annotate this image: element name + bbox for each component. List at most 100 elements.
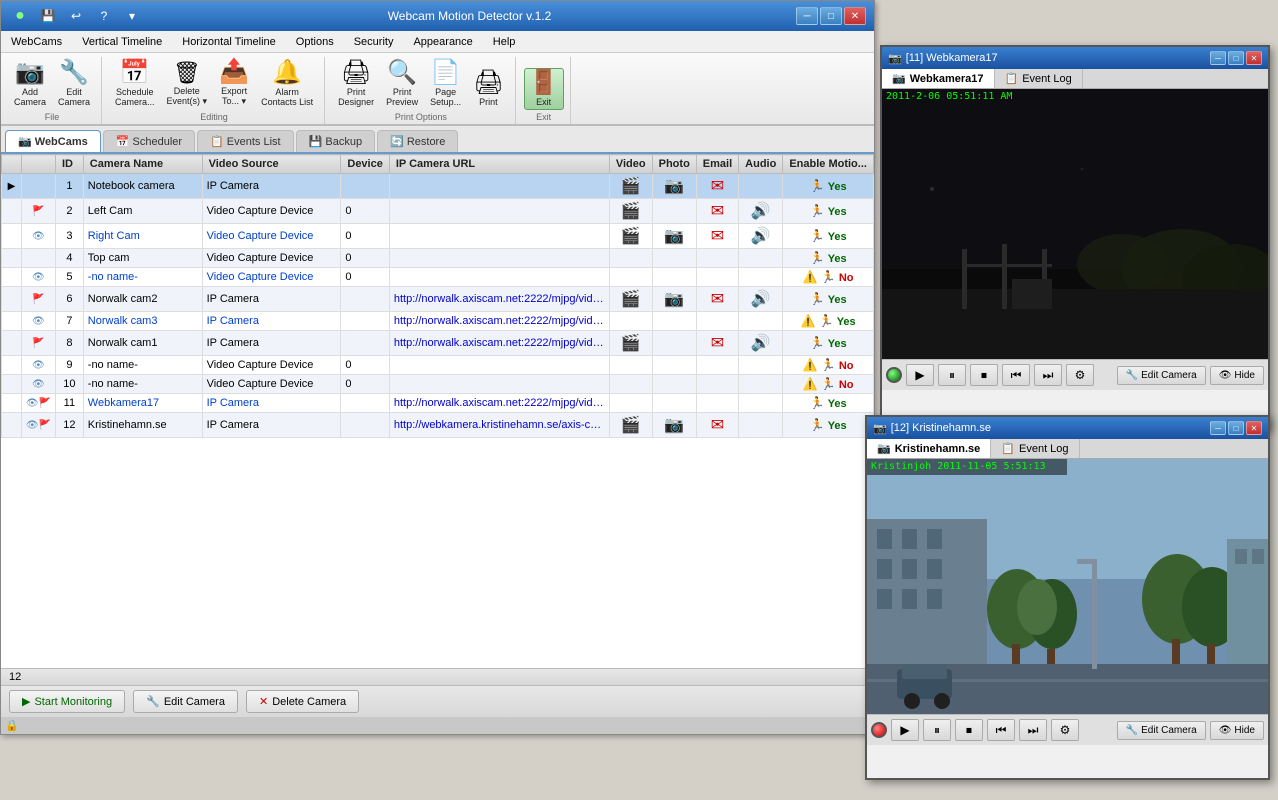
table-row[interactable]: 👁 10 -no name- Video Capture Device 0 ⚠️…: [2, 375, 874, 394]
edit-camera-bottom-btn[interactable]: 🔧 Edit Camera: [133, 690, 238, 713]
qat-dropdown-btn[interactable]: ▾: [121, 6, 143, 26]
viewer2-tab-cam[interactable]: 📷 Kristinehamn.se: [867, 439, 991, 458]
viewer1-close-btn[interactable]: ✕: [1246, 51, 1262, 65]
table-container[interactable]: ID Camera Name Video Source Device IP Ca…: [1, 154, 874, 524]
content-area: ID Camera Name Video Source Device IP Ca…: [1, 154, 874, 668]
page-setup-btn[interactable]: 📄 PageSetup...: [425, 58, 466, 110]
viewer2-minimize-btn[interactable]: ─: [1210, 421, 1226, 435]
maximize-btn[interactable]: □: [820, 7, 842, 25]
export-to-btn[interactable]: 📤 ExportTo... ▾: [214, 57, 254, 110]
table-row[interactable]: 🚩 8 Norwalk cam1 IP Camera http://norwal…: [2, 331, 874, 356]
close-btn[interactable]: ✕: [844, 7, 866, 25]
page-setup-icon: 📄: [431, 61, 461, 85]
viewer1-minimize-btn[interactable]: ─: [1210, 51, 1226, 65]
col-device[interactable]: Device: [341, 155, 389, 174]
tab-scheduler[interactable]: 📅 Scheduler: [103, 130, 195, 152]
table-row[interactable]: 4 Top cam Video Capture Device 0 🏃 Yes: [2, 249, 874, 268]
delete-camera-btn[interactable]: ✕ Delete Camera: [246, 690, 359, 713]
menu-horizontal-timeline[interactable]: Horizontal Timeline: [172, 31, 286, 52]
viewer1-next-btn[interactable]: ⏭: [1034, 364, 1062, 386]
row-name: -no name-: [83, 356, 202, 375]
viewer2-video-container: Kristinjoh 2011-11-05 5:51:13: [867, 459, 1268, 714]
viewer2-maximize-btn[interactable]: □: [1228, 421, 1244, 435]
viewer2-next-btn[interactable]: ⏭: [1019, 719, 1047, 741]
menu-appearance[interactable]: Appearance: [403, 31, 482, 52]
menu-security[interactable]: Security: [344, 31, 404, 52]
viewer2-close-btn[interactable]: ✕: [1246, 421, 1262, 435]
row-url: [389, 375, 609, 394]
undo-qat-btn[interactable]: ↩: [65, 6, 87, 26]
viewer2-hide-btn[interactable]: 👁 Hide: [1210, 721, 1264, 740]
help-qat-btn[interactable]: ?: [93, 6, 115, 26]
ribbon-group-file: 📷 AddCamera 🔧 EditCamera File: [3, 57, 102, 124]
viewer2-prev-btn[interactable]: ⏮: [987, 719, 1015, 741]
viewer2-edit-cam-btn[interactable]: 🔧 Edit Camera: [1117, 721, 1206, 740]
menu-options[interactable]: Options: [286, 31, 344, 52]
table-row[interactable]: 🚩 2 Left Cam Video Capture Device 0 🎬 ✉ …: [2, 199, 874, 224]
row-email: ✉: [696, 287, 738, 312]
col-selector[interactable]: [2, 155, 22, 174]
viewer2-settings-btn[interactable]: ⚙: [1051, 719, 1079, 741]
viewer1-play-btn[interactable]: ▶: [906, 364, 934, 386]
schedule-camera-btn[interactable]: 📅 ScheduleCamera...: [110, 58, 160, 110]
tab-restore[interactable]: 🔄 Restore: [377, 130, 458, 152]
print-preview-btn[interactable]: 🔍 PrintPreview: [381, 58, 423, 110]
viewer1-tab-log[interactable]: 📋 Event Log: [995, 69, 1083, 88]
col-video[interactable]: Video: [609, 155, 652, 174]
table-row[interactable]: 👁🚩 12 Kristinehamn.se IP Camera http://w…: [2, 413, 874, 438]
row-email: ✉: [696, 413, 738, 438]
scheduler-icon: 📅: [116, 136, 130, 148]
print-btn[interactable]: 🖨 Print: [468, 68, 508, 110]
table-row[interactable]: 👁 5 -no name- Video Capture Device 0 ⚠️ …: [2, 268, 874, 287]
col-camera-name[interactable]: Camera Name: [83, 155, 202, 174]
row-source: IP Camera: [202, 331, 341, 356]
col-video-source[interactable]: Video Source: [202, 155, 341, 174]
col-audio[interactable]: Audio: [739, 155, 783, 174]
tab-webcams[interactable]: 📷 WebCams: [5, 130, 101, 152]
save-qat-btn[interactable]: 💾: [37, 6, 59, 26]
row-photo: [652, 375, 696, 394]
add-camera-btn[interactable]: 📷 AddCamera: [9, 58, 51, 110]
table-row[interactable]: 👁 9 -no name- Video Capture Device 0 ⚠️ …: [2, 356, 874, 375]
viewer1-stop-btn[interactable]: ⏹: [970, 364, 998, 386]
col-email[interactable]: Email: [696, 155, 738, 174]
table-row[interactable]: 🚩 6 Norwalk cam2 IP Camera http://norwal…: [2, 287, 874, 312]
viewer2-play-btn[interactable]: ▶: [891, 719, 919, 741]
viewer1-prev-btn[interactable]: ⏮: [1002, 364, 1030, 386]
table-row[interactable]: 👁 3 Right Cam Video Capture Device 0 🎬 📷…: [2, 224, 874, 249]
ribbon-group-editing: 📅 ScheduleCamera... 🗑 DeleteEvent(s) ▾ 📤…: [104, 57, 325, 124]
minimize-btn[interactable]: ─: [796, 7, 818, 25]
col-photo[interactable]: Photo: [652, 155, 696, 174]
viewer1-settings-btn[interactable]: ⚙: [1066, 364, 1094, 386]
col-id[interactable]: ID: [55, 155, 83, 174]
viewer1-maximize-btn[interactable]: □: [1228, 51, 1244, 65]
add-camera-icon: 📷: [15, 61, 45, 85]
col-ip-url[interactable]: IP Camera URL: [389, 155, 609, 174]
menu-webcams[interactable]: WebCams: [1, 31, 72, 52]
row-id: 1: [55, 174, 83, 199]
delete-events-btn[interactable]: 🗑 DeleteEvent(s) ▾: [162, 59, 213, 110]
table-row[interactable]: 👁🚩 11 Webkamera17 IP Camera http://norwa…: [2, 394, 874, 413]
exit-btn[interactable]: 🚪 Exit: [524, 68, 564, 110]
viewer1-pause-btn[interactable]: ⏸: [938, 364, 966, 386]
tab-events-list[interactable]: 📋 Events List: [197, 130, 294, 152]
table-row[interactable]: 👁 7 Norwalk cam3 IP Camera http://norwal…: [2, 312, 874, 331]
menu-help[interactable]: Help: [483, 31, 526, 52]
menu-vertical-timeline[interactable]: Vertical Timeline: [72, 31, 172, 52]
col-motion[interactable]: Enable Motio...: [783, 155, 874, 174]
viewer1-tab-cam[interactable]: 📷 Webkamera17: [882, 69, 995, 88]
start-monitoring-btn[interactable]: ▶ Start Monitoring: [9, 690, 125, 713]
viewer2-stop-btn[interactable]: ⏹: [955, 719, 983, 741]
viewer2-pause-btn[interactable]: ⏸: [923, 719, 951, 741]
table-row[interactable]: ▶ 1 Notebook camera IP Camera 🎬 📷 ✉ 🏃 Ye…: [2, 174, 874, 199]
col-thumb[interactable]: [21, 155, 55, 174]
viewer1-hide-btn[interactable]: 👁 Hide: [1210, 366, 1264, 385]
viewer1-edit-cam-btn[interactable]: 🔧 Edit Camera: [1117, 366, 1206, 385]
print-designer-btn[interactable]: 🖨 PrintDesigner: [333, 58, 379, 110]
edit-camera-btn[interactable]: 🔧 EditCamera: [53, 58, 95, 110]
alarm-contacts-btn[interactable]: 🔔 AlarmContacts List: [256, 58, 318, 110]
row-device: 0: [341, 199, 389, 224]
tab-backup[interactable]: 💾 Backup: [296, 130, 375, 152]
row-thumb: 👁🚩: [21, 413, 55, 438]
viewer2-tab-log[interactable]: 📋 Event Log: [991, 439, 1079, 458]
